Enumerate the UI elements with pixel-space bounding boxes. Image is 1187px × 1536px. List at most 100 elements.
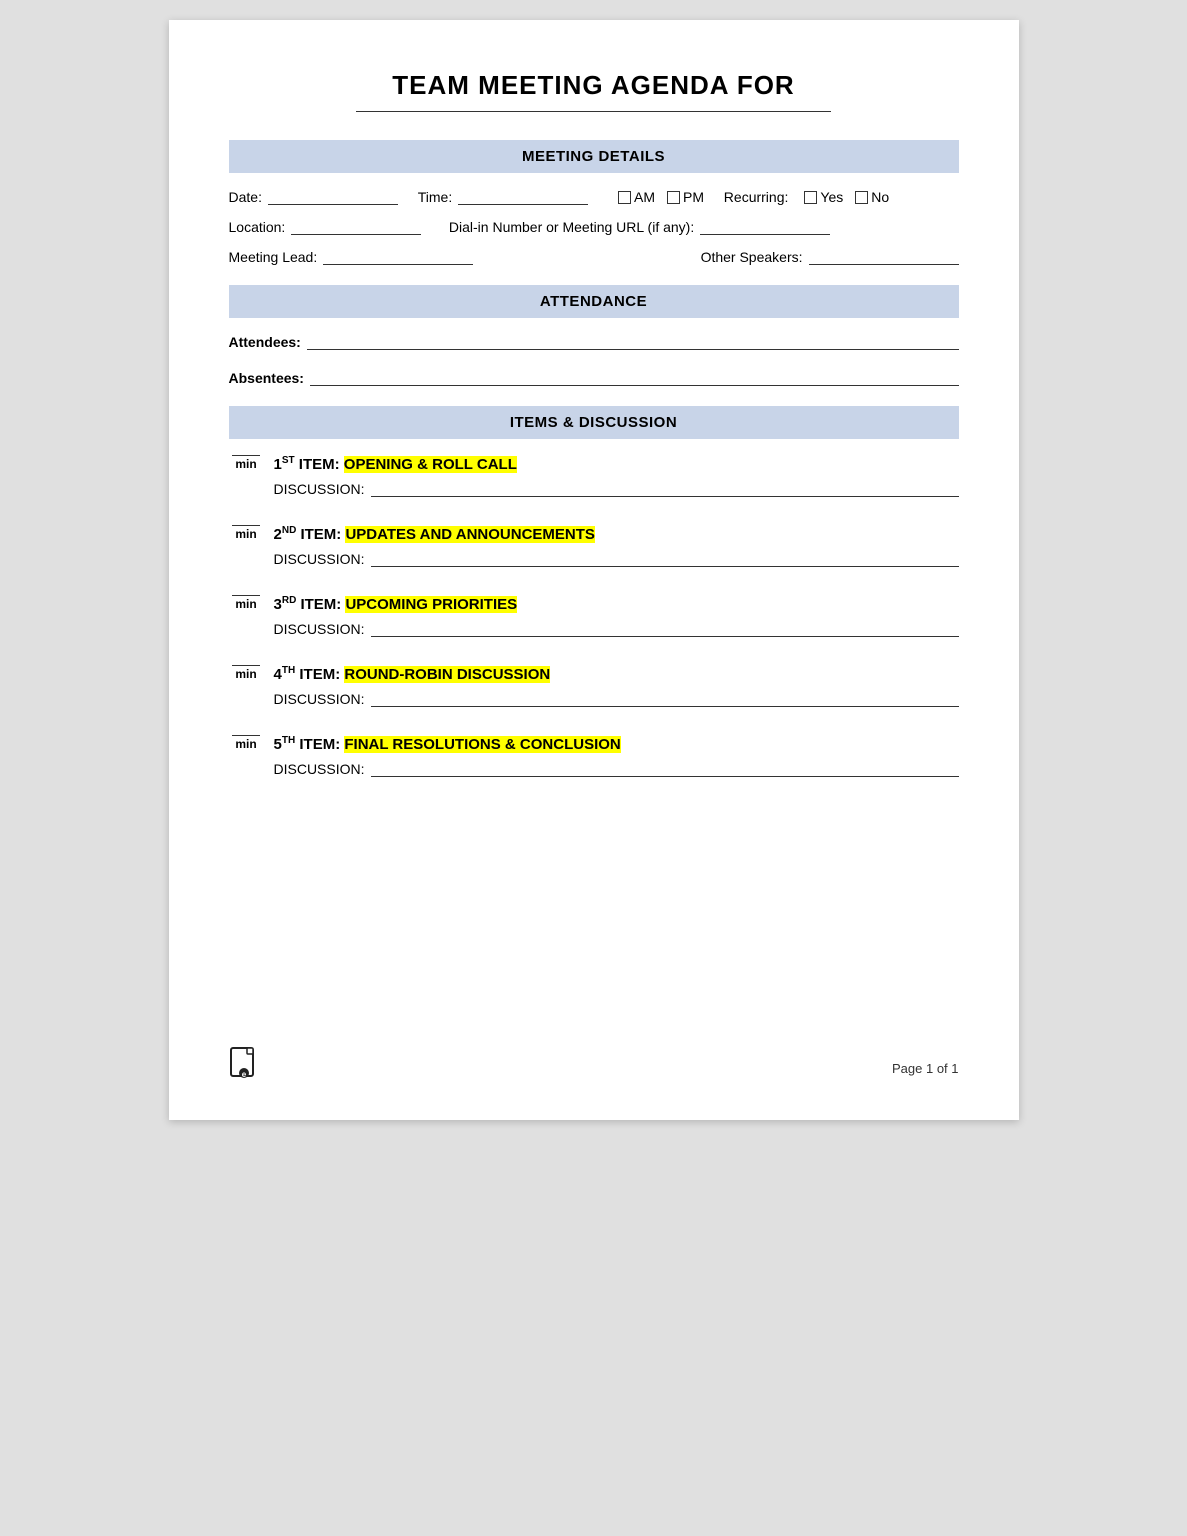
date-label: Date: bbox=[229, 189, 262, 205]
item-2-sup: ND bbox=[282, 525, 296, 536]
meeting-lead-left: Meeting Lead: bbox=[229, 249, 474, 265]
item-4-min-line[interactable] bbox=[232, 665, 260, 666]
dialin-field[interactable] bbox=[700, 219, 830, 235]
location-field[interactable] bbox=[291, 219, 421, 235]
item-5-min-line[interactable] bbox=[232, 735, 260, 736]
footer-icon: e bbox=[229, 1047, 259, 1090]
item-2-number: 2ND bbox=[274, 526, 297, 543]
item-3-text: ITEM: bbox=[300, 596, 345, 613]
meeting-details-header: MEETING DETAILS bbox=[229, 140, 959, 173]
item-2-min-block: min bbox=[229, 525, 264, 541]
attendance-header: ATTENDANCE bbox=[229, 285, 959, 318]
date-field[interactable] bbox=[268, 189, 398, 205]
item-1-min-block: min bbox=[229, 455, 264, 471]
item-2-text: ITEM: bbox=[300, 526, 345, 543]
absentees-field[interactable] bbox=[310, 370, 959, 386]
am-pm-group: AM PM bbox=[618, 189, 704, 205]
item-1-min-line[interactable] bbox=[232, 455, 260, 456]
other-speakers-field[interactable] bbox=[809, 249, 959, 265]
item-2-discussion-field[interactable] bbox=[371, 551, 959, 567]
item-5-discussion-field[interactable] bbox=[371, 761, 959, 777]
item-5-min-block: min bbox=[229, 735, 264, 751]
document-page: TEAM MEETING AGENDA FOR MEETING DETAILS … bbox=[169, 20, 1019, 1120]
item-4-discussion-row: DISCUSSION: bbox=[274, 691, 959, 707]
item-4-title: 4TH ITEM: ROUND-ROBIN DISCUSSION bbox=[274, 665, 551, 683]
agenda-item-3: min 3RD ITEM: UPCOMING PRIORITIES DISCUS… bbox=[229, 595, 959, 637]
item-1-title: 1ST ITEM: OPENING & ROLL CALL bbox=[274, 455, 517, 473]
no-checkbox-item[interactable]: No bbox=[855, 189, 889, 205]
am-checkbox[interactable] bbox=[618, 191, 631, 204]
recurring-group: Yes No bbox=[804, 189, 889, 205]
item-3-discussion-label: DISCUSSION: bbox=[274, 621, 365, 637]
yes-label: Yes bbox=[820, 189, 843, 205]
page-title: TEAM MEETING AGENDA FOR bbox=[229, 70, 959, 101]
meeting-lead-label: Meeting Lead: bbox=[229, 249, 318, 265]
no-checkbox[interactable] bbox=[855, 191, 868, 204]
absentees-label: Absentees: bbox=[229, 370, 304, 386]
item-3-highlight: UPCOMING PRIORITIES bbox=[345, 596, 517, 613]
item-2-highlight: UPDATES AND ANNOUNCEMENTS bbox=[345, 526, 594, 543]
item-3-sup: RD bbox=[282, 595, 296, 606]
item-2-title: 2ND ITEM: UPDATES AND ANNOUNCEMENTS bbox=[274, 525, 595, 543]
item-1-discussion-row: DISCUSSION: bbox=[274, 481, 959, 497]
attendees-row: Attendees: bbox=[229, 334, 959, 350]
pm-checkbox-item[interactable]: PM bbox=[667, 189, 704, 205]
item-4-discussion-field[interactable] bbox=[371, 691, 959, 707]
item-4-highlight: ROUND-ROBIN DISCUSSION bbox=[344, 666, 550, 683]
item-2-min-line[interactable] bbox=[232, 525, 260, 526]
dialin-label: Dial-in Number or Meeting URL (if any): bbox=[449, 219, 694, 235]
item-2-header: min 2ND ITEM: UPDATES AND ANNOUNCEMENTS bbox=[229, 525, 959, 543]
item-5-header: min 5TH ITEM: FINAL RESOLUTIONS & CONCLU… bbox=[229, 735, 959, 753]
recurring-label: Recurring: bbox=[724, 189, 789, 205]
item-5-highlight: FINAL RESOLUTIONS & CONCLUSION bbox=[344, 736, 620, 753]
item-4-sup: TH bbox=[282, 665, 295, 676]
item-2-discussion-row: DISCUSSION: bbox=[274, 551, 959, 567]
attendees-field[interactable] bbox=[307, 334, 959, 350]
svg-text:e: e bbox=[241, 1070, 246, 1079]
location-label: Location: bbox=[229, 219, 286, 235]
meeting-lead-field[interactable] bbox=[323, 249, 473, 265]
am-checkbox-item[interactable]: AM bbox=[618, 189, 655, 205]
yes-checkbox[interactable] bbox=[804, 191, 817, 204]
item-4-min-block: min bbox=[229, 665, 264, 681]
item-4-text: ITEM: bbox=[299, 666, 344, 683]
time-field[interactable] bbox=[458, 189, 588, 205]
footer: e Page 1 of 1 bbox=[229, 1047, 959, 1090]
title-underline bbox=[356, 111, 831, 112]
agenda-item-5: min 5TH ITEM: FINAL RESOLUTIONS & CONCLU… bbox=[229, 735, 959, 777]
item-1-discussion-field[interactable] bbox=[371, 481, 959, 497]
agenda-item-1: min 1ST ITEM: OPENING & ROLL CALL DISCUS… bbox=[229, 455, 959, 497]
pm-checkbox[interactable] bbox=[667, 191, 680, 204]
lead-speakers-row: Meeting Lead: Other Speakers: bbox=[229, 249, 959, 265]
pm-label: PM bbox=[683, 189, 704, 205]
item-3-discussion-field[interactable] bbox=[371, 621, 959, 637]
item-3-min-line[interactable] bbox=[232, 595, 260, 596]
item-4-discussion-label: DISCUSSION: bbox=[274, 691, 365, 707]
date-time-row: Date: Time: AM PM Recurring: bbox=[229, 189, 959, 205]
attendees-label: Attendees: bbox=[229, 334, 301, 350]
item-4-header: min 4TH ITEM: ROUND-ROBIN DISCUSSION bbox=[229, 665, 959, 683]
item-4-number: 4TH bbox=[274, 666, 296, 683]
item-5-title: 5TH ITEM: FINAL RESOLUTIONS & CONCLUSION bbox=[274, 735, 621, 753]
meeting-details-section: MEETING DETAILS Date: Time: AM PM Recu bbox=[229, 140, 959, 265]
item-1-number: 1ST bbox=[274, 456, 295, 473]
absentees-row: Absentees: bbox=[229, 370, 959, 386]
items-section: ITEMS & DISCUSSION min 1ST ITEM: OPENING… bbox=[229, 406, 959, 777]
item-1-text: ITEM: bbox=[299, 456, 344, 473]
item-5-min-label: min bbox=[235, 737, 256, 751]
yes-checkbox-item[interactable]: Yes bbox=[804, 189, 843, 205]
other-speakers-label: Other Speakers: bbox=[701, 249, 803, 265]
item-1-header: min 1ST ITEM: OPENING & ROLL CALL bbox=[229, 455, 959, 473]
item-3-min-block: min bbox=[229, 595, 264, 611]
attendance-section: ATTENDANCE Attendees: Absentees: bbox=[229, 285, 959, 386]
footer-page-label: Page 1 of 1 bbox=[892, 1061, 959, 1076]
agenda-item-4: min 4TH ITEM: ROUND-ROBIN DISCUSSION DIS… bbox=[229, 665, 959, 707]
am-label: AM bbox=[634, 189, 655, 205]
item-1-highlight: OPENING & ROLL CALL bbox=[344, 456, 517, 473]
item-5-sup: TH bbox=[282, 735, 295, 746]
item-2-discussion-label: DISCUSSION: bbox=[274, 551, 365, 567]
item-1-discussion-label: DISCUSSION: bbox=[274, 481, 365, 497]
other-speakers-right: Other Speakers: bbox=[701, 249, 959, 265]
item-5-discussion-row: DISCUSSION: bbox=[274, 761, 959, 777]
item-1-sup: ST bbox=[282, 455, 295, 466]
